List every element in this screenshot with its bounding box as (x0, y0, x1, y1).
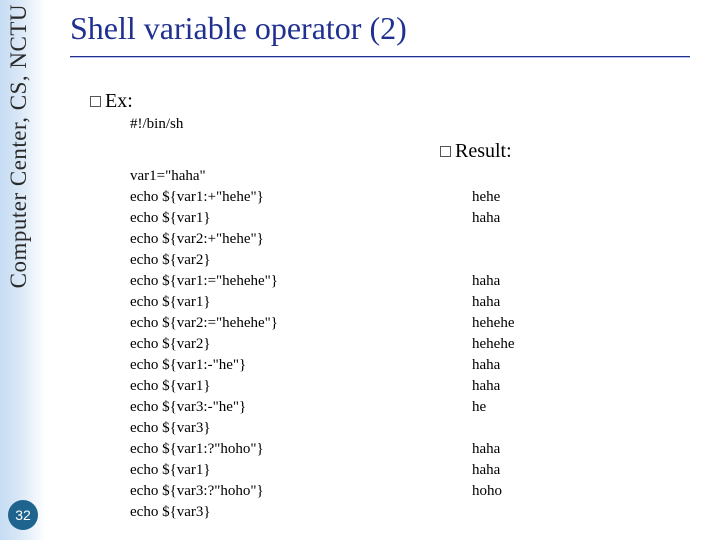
square-bullet-icon (90, 96, 101, 107)
shebang-line: #!/bin/sh (130, 116, 183, 133)
square-bullet-icon (440, 146, 451, 157)
page-title: Shell variable operator (2) (70, 10, 407, 47)
code-block: var1="haha" echo ${var1:+"hehe"} echo ${… (130, 166, 278, 523)
sidebar: Computer Center, CS, NCTU 32 (0, 0, 46, 540)
example-text: Ex: (105, 90, 133, 112)
result-text: Result: (455, 140, 512, 162)
page-number-badge: 32 (8, 500, 38, 530)
output-block: hehe haha haha haha hehehe hehehe haha h… (472, 166, 514, 502)
title-underline (70, 56, 690, 58)
result-label: Result: (440, 140, 512, 163)
example-label: Ex: (90, 90, 133, 113)
sidebar-org-text: Computer Center, CS, NCTU (6, 4, 32, 288)
